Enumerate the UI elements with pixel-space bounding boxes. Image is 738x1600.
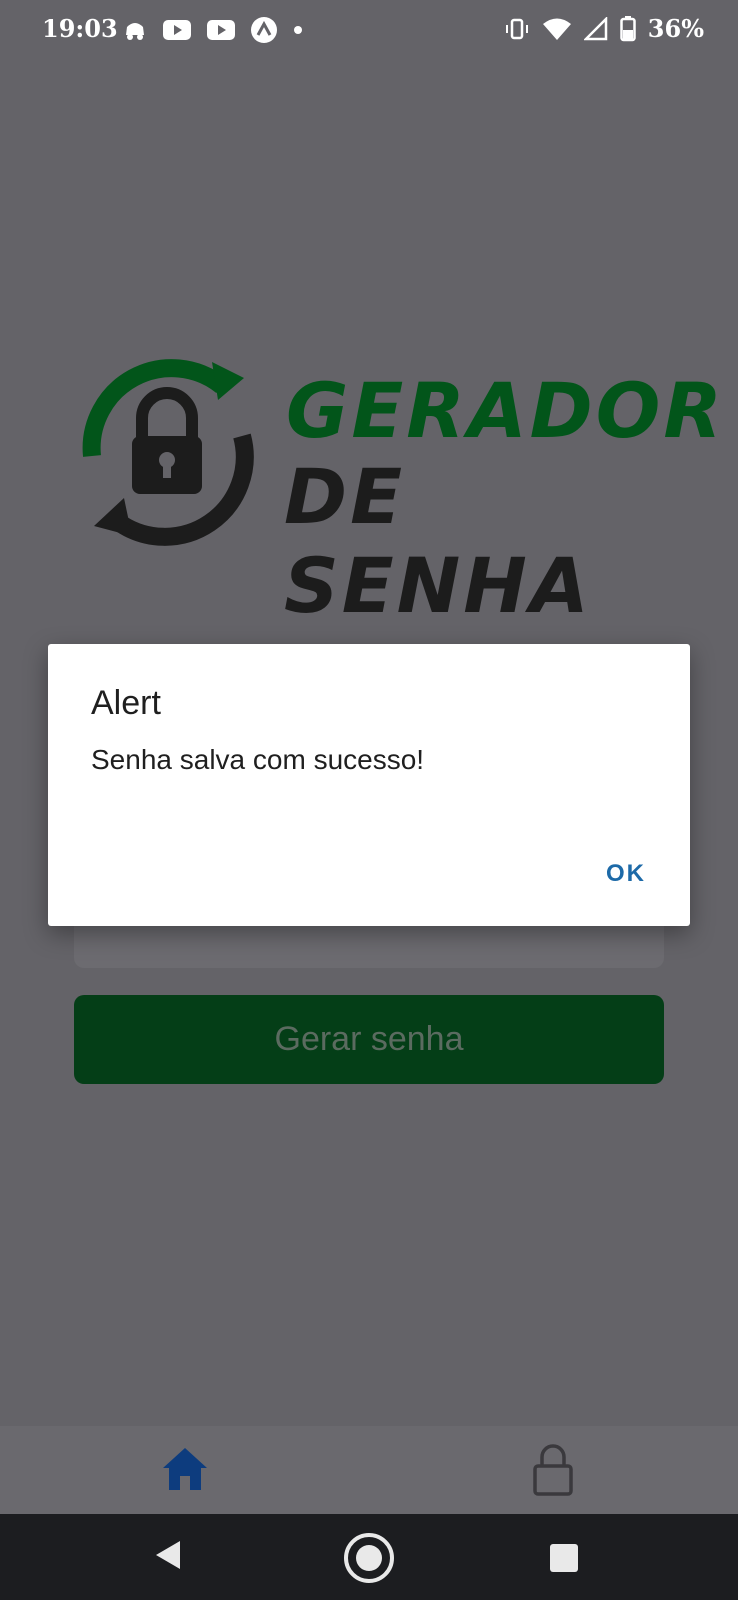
dialog-message: Senha salva com sucesso! bbox=[91, 744, 425, 775]
notification-icon bbox=[126, 23, 144, 40]
lock-icon[interactable] bbox=[532, 1442, 574, 1496]
app-logo: GERADOR DE SENHA bbox=[72, 356, 722, 630]
home-circle-icon[interactable] bbox=[342, 1531, 396, 1585]
app-icon bbox=[251, 17, 277, 43]
bottom-tab-bar bbox=[0, 1426, 738, 1514]
logo-text-line1: GERADOR bbox=[286, 366, 725, 455]
status-icons-left bbox=[122, 16, 304, 44]
youtube-icon bbox=[163, 20, 191, 40]
status-icons-right: 36% bbox=[504, 14, 704, 43]
back-icon[interactable] bbox=[152, 1538, 184, 1572]
lock-refresh-logo-icon bbox=[82, 359, 254, 546]
vibrate-icon bbox=[505, 18, 528, 39]
logo-text-line2: DE SENHA bbox=[284, 452, 592, 630]
alert-dialog: Alert Senha salva com sucesso! OK bbox=[48, 644, 690, 926]
dot-icon bbox=[294, 26, 302, 34]
status-bar: 19:03 36% bbox=[0, 0, 738, 58]
youtube-icon bbox=[207, 20, 235, 40]
wifi-icon bbox=[542, 18, 571, 40]
system-nav-bar bbox=[0, 1514, 738, 1600]
battery-percent: 36% bbox=[647, 14, 704, 43]
status-time: 19:03 bbox=[42, 14, 118, 43]
recents-icon[interactable] bbox=[550, 1544, 578, 1572]
battery-icon bbox=[620, 15, 636, 41]
dialog-title: Alert bbox=[91, 684, 161, 722]
generate-password-button[interactable]: Gerar senha bbox=[74, 995, 664, 1084]
signal-icon bbox=[583, 16, 608, 40]
home-icon[interactable] bbox=[160, 1444, 210, 1494]
ok-button[interactable]: OK bbox=[606, 860, 646, 888]
